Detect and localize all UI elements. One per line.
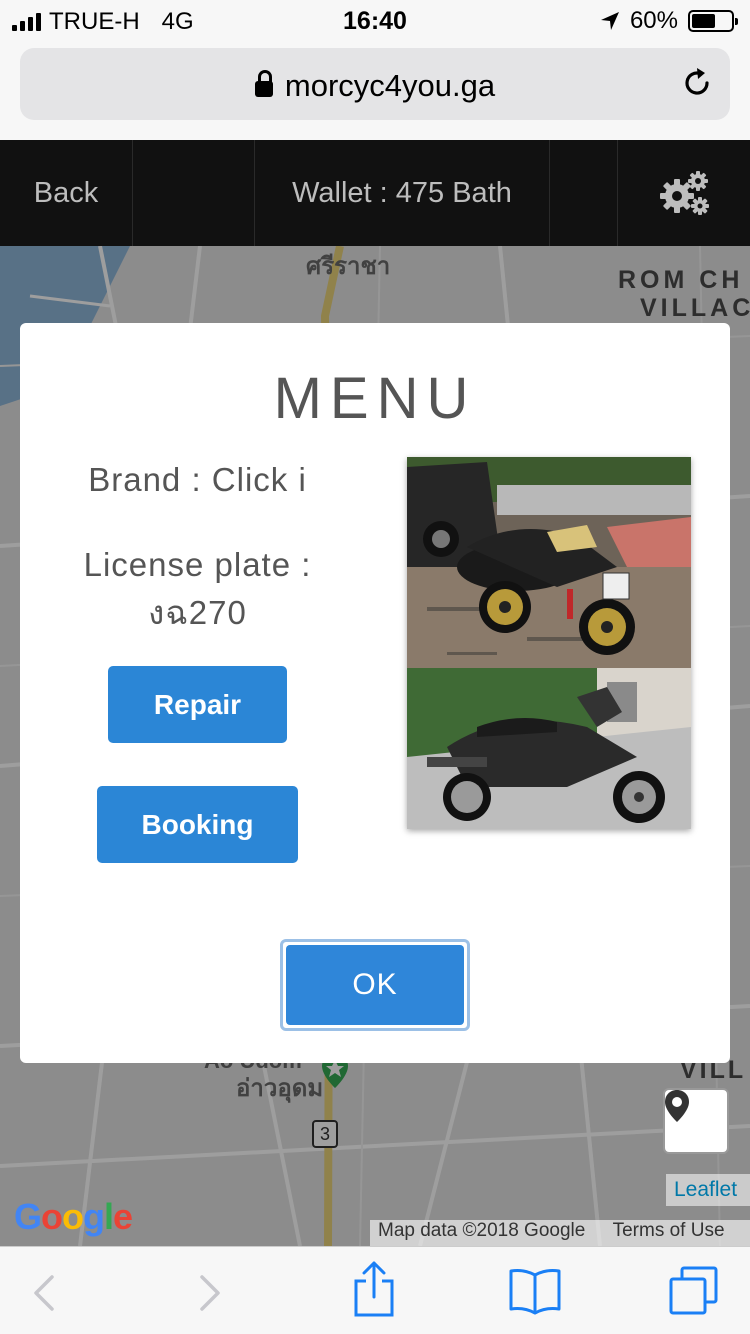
terms-link[interactable]: Terms of Use bbox=[613, 1220, 725, 1241]
url-field[interactable]: morcyc4you.ga bbox=[20, 48, 730, 120]
modal-title: MENU bbox=[273, 366, 477, 431]
browser-toolbar bbox=[0, 1246, 750, 1334]
header-spacer bbox=[133, 140, 255, 246]
plate-value: งฉ270 bbox=[148, 594, 247, 631]
location-arrow-icon bbox=[600, 12, 619, 30]
status-bar: TRUE-H 4G 16:40 60% bbox=[0, 0, 750, 40]
forward-chevron-icon[interactable] bbox=[196, 1273, 224, 1313]
screen: TRUE-H 4G 16:40 60% morcyc4you.ga Back W… bbox=[0, 0, 750, 1334]
locate-button[interactable] bbox=[663, 1088, 729, 1154]
battery-percent: 60% bbox=[629, 7, 678, 34]
motorcycle-image bbox=[407, 457, 691, 829]
ok-label: OK bbox=[286, 945, 464, 1025]
status-right: 60% bbox=[600, 7, 738, 35]
app-header: Back Wallet : 475 Bath bbox=[0, 140, 750, 246]
battery-fill bbox=[692, 14, 715, 28]
bookmarks-icon[interactable] bbox=[508, 1267, 562, 1315]
wallet-display: Wallet : 475 Bath bbox=[255, 140, 550, 246]
reload-icon[interactable] bbox=[680, 66, 714, 100]
plate-label: License plate : bbox=[83, 546, 312, 583]
ok-button[interactable]: OK bbox=[280, 939, 470, 1031]
back-button[interactable]: Back bbox=[0, 140, 133, 246]
google-logo: Google bbox=[14, 1196, 133, 1237]
wallet-label: Wallet : 475 Bath bbox=[292, 176, 512, 209]
booking-button[interactable]: Booking bbox=[97, 786, 298, 863]
brand-text: Brand : Click i bbox=[88, 461, 307, 498]
share-icon[interactable] bbox=[352, 1261, 396, 1317]
battery-icon bbox=[688, 10, 738, 32]
map-attribution: Map data ©2018 Google Terms of Use bbox=[370, 1220, 750, 1246]
browser-url-area: morcyc4you.ga bbox=[0, 40, 750, 140]
lock-icon bbox=[254, 70, 273, 97]
url-display: morcyc4you.ga bbox=[20, 68, 730, 104]
tabs-icon[interactable] bbox=[668, 1265, 720, 1317]
leaflet-link[interactable]: Leaflet bbox=[666, 1174, 750, 1206]
repair-button[interactable]: Repair bbox=[108, 666, 287, 743]
menu-modal: MENU Brand : Click i License plate : งฉ2… bbox=[20, 323, 730, 1063]
gears-icon bbox=[660, 171, 709, 215]
back-chevron-icon[interactable] bbox=[30, 1273, 58, 1313]
settings-button[interactable] bbox=[618, 140, 750, 246]
back-label: Back bbox=[33, 176, 99, 209]
motorcycle-photo bbox=[407, 457, 691, 829]
map-pin-icon bbox=[665, 1090, 689, 1122]
map-data-text: Map data ©2018 Google bbox=[378, 1220, 586, 1241]
header-spacer-2 bbox=[550, 140, 618, 246]
url-text: morcyc4you.ga bbox=[284, 68, 496, 103]
license-plate: License plate : งฉ270 bbox=[20, 541, 375, 637]
